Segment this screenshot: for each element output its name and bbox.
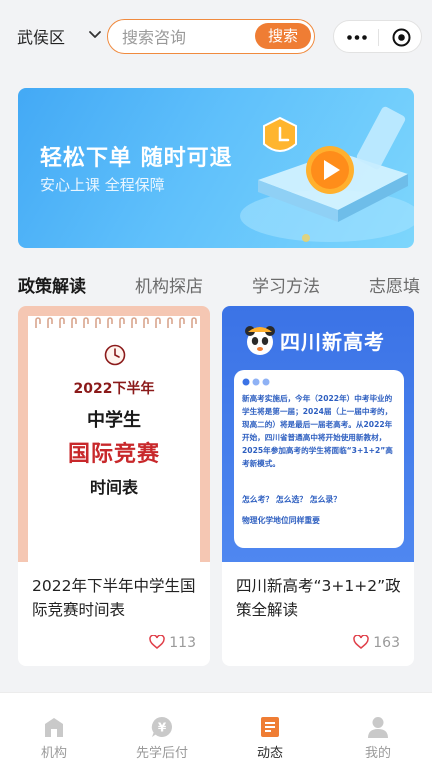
nav-label: 先学后付	[135, 746, 188, 761]
building-icon	[45, 718, 63, 737]
nav-label: 我的	[364, 746, 391, 761]
poster-schedule: 时间表	[89, 478, 138, 497]
like-number: 163	[373, 635, 400, 651]
tab-study-method[interactable]: 学习方法	[252, 272, 320, 297]
window-dots	[242, 378, 270, 386]
like-number: 113	[169, 635, 196, 651]
banner-subtitle: 安心上课 全程保障	[40, 176, 165, 194]
article-card[interactable]: 四川新高考 新高考实施后，今年（2022年）中考毕业的学生将是第一届；2024届…	[222, 306, 414, 666]
tab-volunteer[interactable]: 志愿填	[369, 272, 420, 297]
poster-year: 2022下半年	[73, 381, 155, 397]
poster-note: 物理化学地位同样重要	[242, 516, 320, 525]
poster-body-text: 新高考实施后，今年（2022年）中考毕业的学生将是第一届；2024届（上一届中考…	[242, 394, 393, 468]
search-input[interactable]	[122, 27, 252, 47]
document-icon	[261, 717, 279, 737]
tab-institution-visit[interactable]: 机构探店	[135, 272, 203, 297]
search-button[interactable]: 搜索	[255, 23, 311, 49]
nav-item-profile[interactable]: 我的	[324, 693, 432, 768]
panda-mascot-icon	[245, 326, 275, 355]
svg-text:¥: ¥	[158, 721, 167, 735]
poster-heading: 四川新高考	[280, 330, 385, 354]
yen-bubble-icon: ¥	[151, 716, 172, 737]
article-cover-image: 四川新高考 新高考实施后，今年（2022年）中考毕业的学生将是第一届；2024届…	[222, 306, 414, 562]
poster-audience: 中学生	[87, 410, 141, 431]
clock-icon	[104, 344, 126, 366]
mini-program-capsule	[333, 20, 422, 53]
nav-item-news[interactable]: 动态	[216, 693, 324, 768]
close-target-icon[interactable]	[392, 28, 411, 47]
nav-item-learn-first-pay-later[interactable]: ¥ 先学后付	[108, 693, 216, 768]
heart-icon[interactable]	[353, 635, 370, 649]
nav-label: 机构	[40, 746, 67, 761]
play-shield-illustration	[240, 106, 414, 242]
person-icon	[368, 717, 388, 738]
banner-title: 轻松下单 随时可退	[40, 146, 233, 171]
poster-headline: 国际竞赛	[67, 442, 160, 467]
article-card[interactable]: 2022下半年 中学生 国际竞赛 时间表 2022年下半年中学生国际竞赛时间表 …	[18, 306, 210, 666]
capsule-divider	[378, 29, 379, 46]
heart-icon[interactable]	[149, 635, 166, 649]
top-bar: 武侯区 搜索	[0, 0, 432, 74]
nav-label: 动态	[256, 746, 283, 761]
nav-item-institution[interactable]: 机构	[0, 693, 108, 768]
like-count[interactable]: 163	[353, 635, 400, 651]
district-selector[interactable]: 武侯区	[17, 24, 65, 48]
app-page: 武侯区 搜索咨询 搜索 轻松下单 随时可退 安心上课 全程保障 政策解读 机构探…	[0, 0, 432, 768]
more-icon[interactable]	[347, 35, 367, 40]
promo-banner[interactable]: 轻松下单 随时可退 安心上课 全程保障	[18, 88, 414, 248]
poster-info-panel: 新高考实施后，今年（2022年）中考毕业的学生将是第一届；2024届（上一届中考…	[234, 370, 404, 548]
chevron-down-icon[interactable]	[88, 28, 102, 42]
category-tabs: 政策解读 机构探店 学习方法 志愿填	[0, 268, 432, 298]
tab-policy[interactable]: 政策解读	[18, 272, 86, 297]
article-title[interactable]: 2022年下半年中学生国际竞赛时间表	[32, 574, 200, 622]
calendar-rings	[35, 317, 197, 328]
bottom-nav: 机构 ¥ 先学后付 动态 我的	[0, 692, 432, 768]
poster-questions: 怎么考？ 怎么选？ 怎么录？	[242, 495, 341, 504]
article-title[interactable]: 四川新高考“3+1+2”政策全解读	[236, 574, 404, 622]
article-cover-image: 2022下半年 中学生 国际竞赛 时间表	[18, 306, 210, 562]
like-count[interactable]: 113	[149, 635, 196, 651]
search-box[interactable]: 搜索	[107, 19, 315, 54]
